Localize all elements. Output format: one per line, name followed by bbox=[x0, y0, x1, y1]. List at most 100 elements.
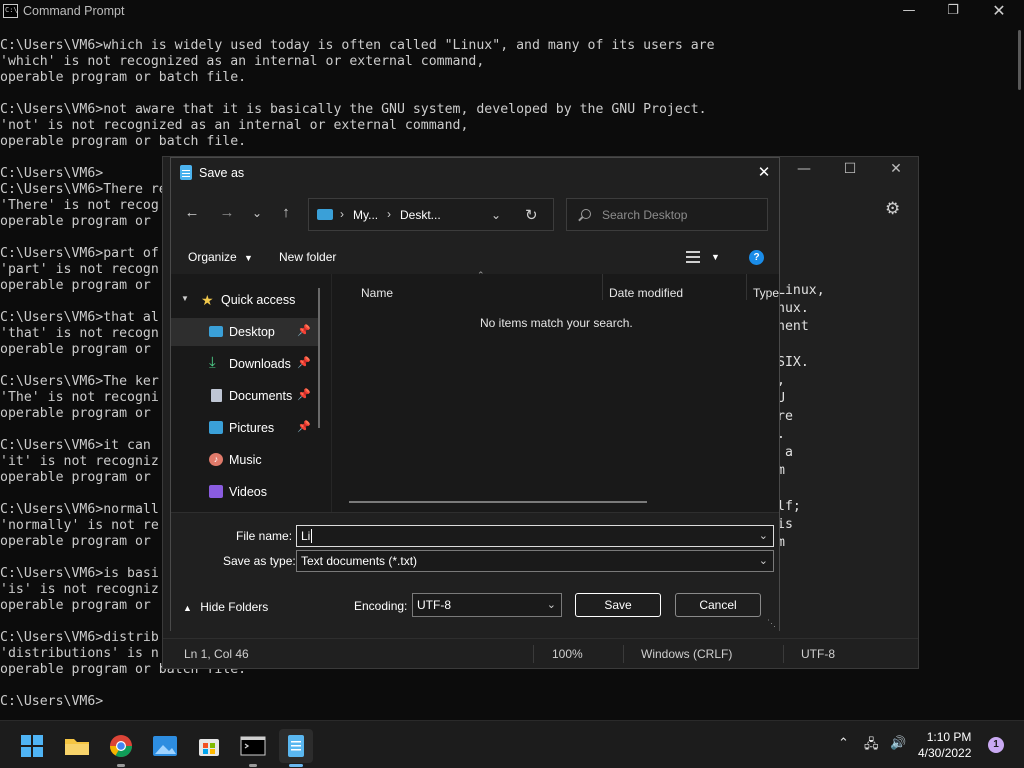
back-arrow-icon[interactable]: ← bbox=[180, 204, 204, 221]
encoding-value: UTF-8 bbox=[417, 598, 451, 612]
organize-button[interactable]: Organize ▼ bbox=[188, 250, 253, 264]
notepad-close-button[interactable]: ✕ bbox=[873, 161, 919, 177]
nav-item-label: Videos bbox=[229, 485, 267, 499]
dialog-navbar: ← → ⌄ ↑ › My... › Deskt... ⌄ ↻ Search De… bbox=[171, 188, 779, 240]
desktop-folder-icon bbox=[317, 209, 333, 220]
cmd-titlebar: C:\ Command Prompt — ❐ ✕ bbox=[0, 0, 1024, 24]
folder-icon bbox=[65, 739, 89, 755]
show-hidden-icons-chevron-icon[interactable]: ⌃ bbox=[838, 735, 849, 751]
refresh-icon[interactable]: ↻ bbox=[525, 206, 538, 224]
up-arrow-icon[interactable]: ↑ bbox=[274, 204, 298, 221]
notepad-maximize-button[interactable]: ☐ bbox=[827, 161, 873, 177]
desktop-icon bbox=[209, 326, 223, 337]
new-folder-button[interactable]: New folder bbox=[279, 250, 336, 264]
taskbar-photos[interactable] bbox=[148, 729, 182, 763]
dialog-close-button[interactable]: ✕ bbox=[749, 158, 779, 188]
file-name-input[interactable]: Li ⌄ bbox=[296, 525, 774, 547]
nav-item-label: Desktop bbox=[229, 325, 275, 339]
organize-label: Organize bbox=[188, 250, 237, 264]
clock-time: 1:10 PM bbox=[926, 730, 972, 744]
empty-state-message: No items match your search. bbox=[480, 316, 633, 330]
notepad-minimize-button[interactable]: — bbox=[781, 161, 827, 177]
chevron-up-icon: ▲ bbox=[183, 603, 192, 613]
forward-arrow-icon[interactable]: → bbox=[215, 204, 239, 221]
notification-badge[interactable]: 1 bbox=[988, 737, 1004, 753]
view-options-icon[interactable] bbox=[686, 251, 700, 263]
notepad-text-area[interactable]: Linux, nux. nent SIX. , U re . a m lf; i… bbox=[777, 282, 825, 552]
nav-item-quick-access[interactable]: ▼ ★ Quick access bbox=[171, 286, 319, 314]
search-icon bbox=[581, 209, 591, 219]
taskbar-notepad[interactable] bbox=[279, 729, 313, 767]
close-button[interactable]: ✕ bbox=[976, 0, 1022, 24]
taskbar-store[interactable] bbox=[192, 729, 226, 763]
taskbar-file-explorer[interactable] bbox=[60, 729, 94, 763]
taskbar-chrome[interactable] bbox=[104, 729, 138, 767]
notepad-icon bbox=[288, 735, 304, 757]
file-name-label: File name: bbox=[236, 529, 293, 543]
column-header-name[interactable]: Name bbox=[361, 286, 393, 300]
file-name-dropdown-icon[interactable]: ⌄ bbox=[759, 529, 768, 542]
dialog-title: Save as bbox=[199, 166, 245, 180]
save-button[interactable]: Save bbox=[575, 593, 661, 617]
recent-locations-chevron-icon[interactable]: ⌄ bbox=[245, 206, 269, 220]
navigation-pane: ▼ ★ Quick access Desktop 📌 ⤓ Downloads 📌… bbox=[171, 274, 329, 512]
network-icon[interactable]: 🖧 bbox=[864, 735, 879, 757]
minimize-button[interactable]: — bbox=[886, 0, 932, 24]
nav-item-documents[interactable]: Documents 📌 bbox=[171, 382, 319, 410]
file-name-value: Li bbox=[301, 529, 311, 543]
column-divider[interactable] bbox=[746, 274, 747, 300]
hide-folders-toggle[interactable]: ▲ Hide Folders bbox=[183, 600, 268, 614]
nav-item-videos[interactable]: Videos bbox=[171, 478, 319, 506]
nav-item-label: Downloads bbox=[229, 357, 291, 371]
terminal-icon bbox=[240, 736, 266, 756]
encoding-label: Encoding: bbox=[354, 599, 408, 613]
save-as-type-select[interactable]: Text documents (*.txt) ⌄ bbox=[296, 550, 774, 572]
star-icon: ★ bbox=[201, 292, 214, 308]
cmd-scrollbar[interactable] bbox=[1018, 30, 1021, 90]
notepad-status-bar: Ln 1, Col 46 100% Windows (CRLF) UTF-8 bbox=[163, 638, 918, 668]
view-dropdown-icon[interactable]: ▼ bbox=[711, 252, 720, 262]
column-divider[interactable] bbox=[602, 274, 603, 300]
nav-item-pictures[interactable]: Pictures 📌 bbox=[171, 414, 319, 442]
breadcrumb-my[interactable]: My... bbox=[353, 208, 378, 222]
picture-icon bbox=[209, 421, 223, 434]
taskbar: ⌃ 🖧 🔊 1:10 PM 4/30/2022 1 bbox=[0, 720, 1024, 768]
settings-gear-icon[interactable]: ⚙ bbox=[885, 199, 900, 219]
nav-item-music[interactable]: ♪ Music bbox=[171, 446, 319, 474]
resize-grip-icon[interactable]: ⋱ bbox=[767, 618, 776, 629]
column-header-date-modified[interactable]: Date modified bbox=[609, 286, 683, 300]
column-header-type[interactable]: Type bbox=[753, 286, 779, 300]
pin-icon: 📌 bbox=[297, 357, 311, 369]
start-button[interactable] bbox=[15, 729, 49, 763]
horizontal-scrollbar[interactable] bbox=[349, 501, 647, 503]
encoding-select[interactable]: UTF-8 ⌄ bbox=[412, 593, 562, 617]
nav-item-desktop[interactable]: Desktop 📌 bbox=[171, 318, 319, 346]
address-dropdown-chevron-icon[interactable]: ⌄ bbox=[491, 208, 501, 222]
sort-caret-icon: ⌃ bbox=[477, 270, 485, 280]
address-bar[interactable]: › My... › Deskt... ⌄ ↻ bbox=[308, 198, 554, 231]
cmd-window-title: Command Prompt bbox=[23, 4, 125, 18]
video-icon bbox=[209, 485, 223, 498]
volume-icon[interactable]: 🔊 bbox=[890, 735, 906, 751]
encoding-dropdown-icon: ⌄ bbox=[546, 599, 556, 611]
pin-icon: 📌 bbox=[297, 421, 311, 433]
breadcrumb-desktop[interactable]: Deskt... bbox=[400, 208, 441, 222]
nav-item-label: Quick access bbox=[221, 293, 296, 307]
search-box[interactable]: Search Desktop bbox=[566, 198, 768, 231]
nav-item-downloads[interactable]: ⤓ Downloads 📌 bbox=[171, 350, 319, 378]
taskbar-clock[interactable]: 1:10 PM 4/30/2022 bbox=[918, 729, 971, 761]
pin-icon: 📌 bbox=[297, 389, 311, 401]
organize-dropdown-icon: ▼ bbox=[244, 253, 253, 263]
dialog-toolbar: Organize ▼ New folder ▼ ? bbox=[171, 240, 779, 274]
nav-pane-scrollbar[interactable] bbox=[318, 288, 320, 428]
clock-date: 4/30/2022 bbox=[918, 746, 972, 760]
cancel-button[interactable]: Cancel bbox=[675, 593, 761, 617]
save-as-type-label: Save as type: bbox=[223, 554, 296, 568]
taskbar-terminal[interactable] bbox=[236, 729, 270, 767]
notepad-icon bbox=[180, 165, 192, 180]
download-arrow-icon: ⤓ bbox=[209, 354, 216, 371]
nav-item-label: Documents bbox=[229, 389, 293, 403]
help-icon[interactable]: ? bbox=[749, 250, 764, 265]
search-placeholder: Search Desktop bbox=[602, 208, 688, 222]
maximize-button[interactable]: ❐ bbox=[930, 0, 976, 24]
